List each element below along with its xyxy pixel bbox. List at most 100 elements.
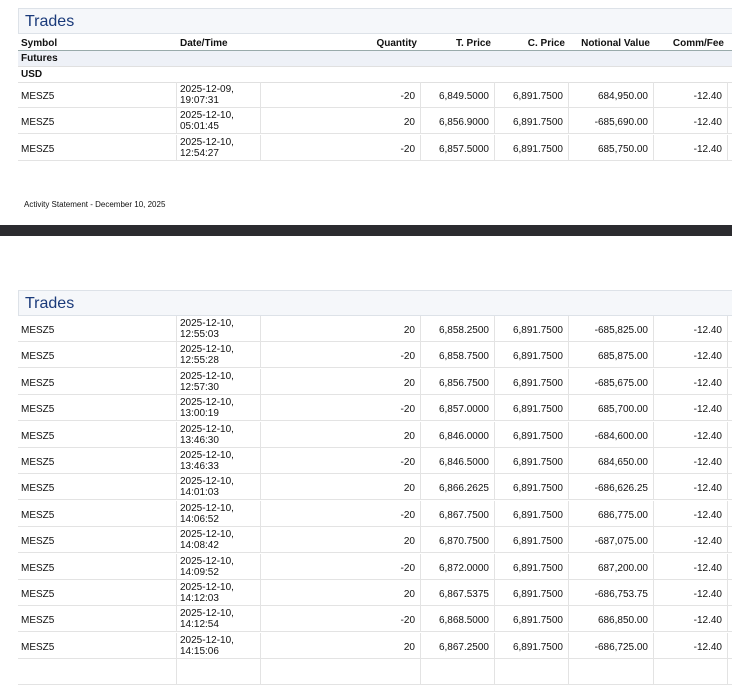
time: 14:06:52 xyxy=(180,513,219,525)
notional-value: 686,775.00 xyxy=(597,509,648,521)
date: 2025-12-10, xyxy=(180,608,234,620)
quantity: -20 xyxy=(400,457,415,468)
notional-value: 687,200.00 xyxy=(597,562,648,574)
datetime: 2025-12-10, 12:54:27 xyxy=(180,137,234,159)
close-price: 6,891.7500 xyxy=(512,536,563,548)
time: 13:46:30 xyxy=(180,434,219,446)
symbol: MESZ5 xyxy=(21,589,55,600)
trade-price: 6,846.5000 xyxy=(438,457,489,468)
symbol: MESZ5 xyxy=(21,117,55,129)
trade-price: 6,867.7500 xyxy=(438,509,489,521)
trade-row: MESZ5 2025-12-10, 13:00:19 -20 6,857.0000 6,8… xyxy=(18,395,732,422)
comm-fee: -12.40 xyxy=(693,377,722,389)
comm-fee: -12.40 xyxy=(693,536,722,548)
currency-label: USD xyxy=(21,69,43,80)
trade-price: 6,867.5375 xyxy=(438,589,489,600)
datetime: 2025-12-10, 12:55:28 xyxy=(180,344,234,366)
time: 14:01:03 xyxy=(180,487,219,499)
close-price: 6,891.7500 xyxy=(512,117,563,129)
symbol: MESZ5 xyxy=(21,325,55,336)
comm-fee: -12.40 xyxy=(693,457,722,468)
col-quantity: Quantity xyxy=(376,38,417,49)
notional-value: -685,690.00 xyxy=(594,117,648,129)
trades-section-header: Trades xyxy=(18,8,732,34)
close-price: 6,891.7500 xyxy=(512,91,563,102)
notional-value: -686,753.75 xyxy=(594,589,648,600)
close-price: 6,891.7500 xyxy=(512,325,563,336)
quantity: 20 xyxy=(403,483,415,495)
trade-row: MESZ5 2025-12-10, 12:55:28 -20 6,858.7500 6,8… xyxy=(18,342,732,369)
trade-price: 6,856.9000 xyxy=(438,117,489,129)
symbol: MESZ5 xyxy=(21,457,55,468)
table-header: Symbol Date/Time Quantity T. Price C. Pr… xyxy=(18,37,732,51)
notional-value: -685,675.00 xyxy=(594,377,648,389)
date: 2025-12-10, xyxy=(180,397,234,409)
close-price: 6,891.7500 xyxy=(512,430,563,442)
date: 2025-12-10, xyxy=(180,529,234,541)
trade-row: MESZ5 2025-12-10, 14:12:54 -20 6,868.5000 6,8… xyxy=(18,606,732,633)
col-symbol: Symbol xyxy=(21,38,58,49)
datetime: 2025-12-10, 14:15:06 xyxy=(180,635,234,657)
time: 13:46:33 xyxy=(180,461,219,472)
close-price: 6,891.7500 xyxy=(512,143,563,155)
datetime: 2025-12-10, 05:01:45 xyxy=(180,110,234,132)
date: 2025-12-10, xyxy=(180,502,234,514)
trade-price: 6,868.5000 xyxy=(438,615,489,627)
currency-row: USD xyxy=(18,67,732,83)
close-price: 6,891.7500 xyxy=(512,562,563,574)
date: 2025-12-10, xyxy=(180,582,234,593)
trade-row: MESZ5 2025-12-10, 14:15:06 20 6,867.2500 6,89… xyxy=(18,632,732,659)
statement-footer: Activity Statement - December 10, 2025 xyxy=(24,200,166,209)
trade-row: MESZ5 2025-12-10, 14:09:52 -20 6,872.0000 6,8… xyxy=(18,553,732,580)
symbol: MESZ5 xyxy=(21,483,55,495)
section-title: Trades xyxy=(25,13,75,30)
quantity: -20 xyxy=(400,351,415,363)
datetime: 2025-12-10, 13:46:33 xyxy=(180,450,234,472)
symbol: MESZ5 xyxy=(21,430,55,442)
trade-price: 6,858.7500 xyxy=(438,351,489,363)
close-price: 6,891.7500 xyxy=(512,457,563,468)
trade-price: 6,872.0000 xyxy=(438,562,489,574)
comm-fee: -12.40 xyxy=(693,117,722,129)
symbol: MESZ5 xyxy=(21,562,55,574)
trades-section-header-page2: Trades xyxy=(18,290,732,316)
notional-value: 685,875.00 xyxy=(597,351,648,363)
notional-value: 684,650.00 xyxy=(597,457,648,468)
comm-fee: -12.40 xyxy=(693,562,722,574)
comm-fee: -12.40 xyxy=(693,615,722,627)
date: 2025-12-10, xyxy=(180,634,234,646)
date: 2025-12-10, xyxy=(180,555,234,567)
trade-price: 6,857.0000 xyxy=(438,404,489,416)
datetime: 2025-12-10, 14:06:52 xyxy=(180,503,234,525)
comm-fee: -12.40 xyxy=(693,325,722,336)
time: 12:54:27 xyxy=(180,147,219,159)
close-price: 6,891.7500 xyxy=(512,641,563,653)
time: 12:55:03 xyxy=(180,329,219,340)
close-price: 6,891.7500 xyxy=(512,483,563,495)
trade-row: MESZ5 2025-12-10, 14:08:42 20 6,870.7500 6,89… xyxy=(18,527,732,554)
asset-class-label: Futures xyxy=(21,53,58,64)
comm-fee: -12.40 xyxy=(693,509,722,521)
time: 14:12:03 xyxy=(180,593,219,604)
quantity: 20 xyxy=(403,536,415,548)
trade-row: MESZ5 2025-12-10, 13:46:30 20 6,846.0000 6,89… xyxy=(18,421,732,448)
close-price: 6,891.7500 xyxy=(512,509,563,521)
datetime: 2025-12-10, 14:12:54 xyxy=(180,608,234,630)
symbol: MESZ5 xyxy=(21,377,55,389)
quantity: -20 xyxy=(400,562,415,574)
trade-price: 6,866.2625 xyxy=(438,483,489,495)
quantity: -20 xyxy=(400,143,415,155)
notional-value: -684,600.00 xyxy=(594,430,648,442)
notional-value: 685,700.00 xyxy=(597,404,648,416)
datetime: 2025-12-10, 14:01:03 xyxy=(180,476,234,498)
date: 2025-12-10, xyxy=(180,476,234,488)
comm-fee: -12.40 xyxy=(693,143,722,155)
trade-price: 6,849.5000 xyxy=(438,91,489,102)
date: 2025-12-10, xyxy=(180,423,234,435)
comm-fee: -12.40 xyxy=(693,351,722,363)
trade-row: MESZ5 2025-12-10, 13:46:33 -20 6,846.5000 6,8… xyxy=(18,448,732,474)
col-cprice: C. Price xyxy=(527,38,565,49)
date: 2025-12-10, xyxy=(180,450,234,461)
datetime: 2025-12-10, 13:00:19 xyxy=(180,397,234,419)
notional-value: 684,950.00 xyxy=(597,91,648,102)
